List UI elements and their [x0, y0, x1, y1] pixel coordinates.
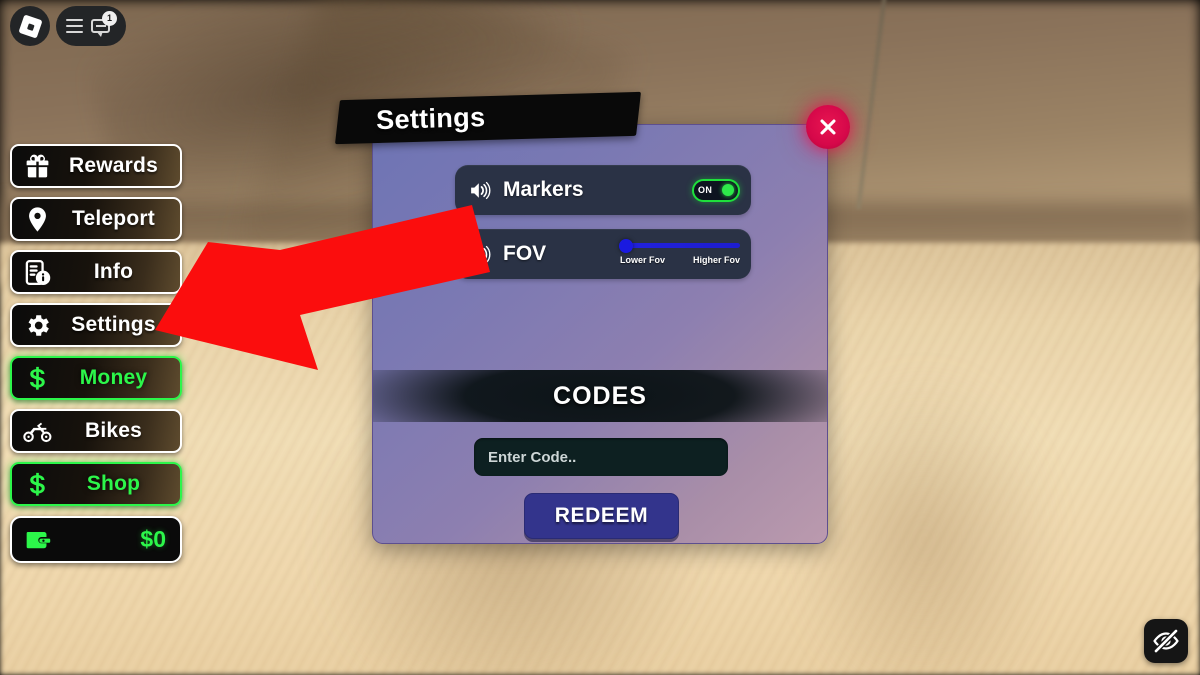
settings-options-list: Markers ON FOV Lower Fov Higher Fov — [455, 165, 751, 293]
wallet-amount: $0 — [140, 526, 166, 552]
sidebar-item-label: Shop — [86, 472, 141, 495]
fov-slider-min-label: Lower Fov — [620, 255, 666, 265]
wallet-icon — [22, 524, 54, 556]
markers-toggle[interactable]: ON — [692, 178, 740, 202]
setting-label-markers: Markers — [503, 178, 584, 201]
sidebar-item-teleport[interactable]: Teleport — [10, 197, 182, 241]
chat-button[interactable]: 1 — [91, 11, 117, 37]
fov-slider[interactable]: Lower Fov Higher Fov — [619, 238, 740, 265]
sidebar-item-label: Rewards — [69, 154, 158, 177]
roblox-logo-icon[interactable] — [10, 6, 50, 46]
motorcycle-icon — [21, 415, 53, 447]
toggle-knob — [722, 184, 734, 196]
dollar-icon — [21, 468, 53, 500]
sidebar-item-rewards[interactable]: Rewards — [10, 144, 182, 188]
code-input[interactable] — [474, 438, 728, 476]
eye-slash-icon — [1153, 628, 1179, 654]
sidebar-item-bikes[interactable]: Bikes — [10, 409, 182, 453]
fov-slider-knob[interactable] — [619, 238, 633, 253]
sidebar-item-label: Teleport — [72, 207, 155, 230]
sidebar-item-label: Money — [79, 366, 148, 389]
game-screen: 1 Rewards Teleport Info Settings Money B… — [0, 0, 1200, 675]
map-pin-icon — [21, 203, 53, 235]
redeem-button[interactable]: REDEEM — [524, 493, 679, 539]
setting-row-markers[interactable]: Markers ON — [455, 165, 751, 215]
wallet-balance[interactable]: $0 — [10, 516, 182, 563]
hide-ui-button[interactable] — [1144, 619, 1188, 663]
page-title: Settings — [375, 102, 486, 136]
settings-panel: Markers ON FOV Lower Fov Higher Fov CODE… — [372, 124, 828, 544]
roblox-logo-glyph — [17, 13, 43, 39]
fov-slider-track[interactable] — [619, 238, 740, 253]
sidebar-item-shop[interactable]: Shop — [10, 462, 182, 506]
toggle-state-label: ON — [698, 185, 713, 195]
speaker-icon — [466, 242, 494, 267]
hamburger-menu-icon[interactable] — [66, 18, 83, 34]
sidebar-item-info[interactable]: Info — [10, 250, 182, 294]
gift-icon — [21, 150, 53, 182]
close-x-icon — [820, 119, 836, 135]
document-info-icon — [21, 256, 53, 288]
codes-heading: CODES — [553, 381, 647, 410]
sidebar-item-label: Settings — [71, 313, 156, 336]
sidebar-item-settings[interactable]: Settings — [10, 303, 182, 347]
sidebar-item-label: Info — [93, 260, 134, 283]
setting-label-fov: FOV — [503, 242, 547, 265]
settings-panel-title-banner: Settings — [334, 91, 642, 145]
chat-badge-count: 1 — [102, 11, 117, 26]
dollar-icon — [21, 362, 53, 394]
fov-slider-labels: Lower Fov Higher Fov — [620, 255, 740, 265]
sidebar-item-money[interactable]: Money — [10, 356, 182, 400]
close-button[interactable] — [806, 105, 850, 149]
codes-section-header: CODES — [373, 370, 827, 422]
speaker-icon — [466, 178, 494, 203]
fov-slider-max-label: Higher Fov — [692, 255, 740, 265]
gear-icon — [21, 309, 53, 341]
sidebar-item-label: Bikes — [84, 419, 143, 442]
roblox-topbar-pill: 1 — [56, 6, 126, 46]
background-shadow-d — [792, 371, 1056, 675]
setting-row-fov[interactable]: FOV Lower Fov Higher Fov — [455, 229, 751, 279]
sidebar: Rewards Teleport Info Settings Money Bik… — [10, 144, 182, 563]
